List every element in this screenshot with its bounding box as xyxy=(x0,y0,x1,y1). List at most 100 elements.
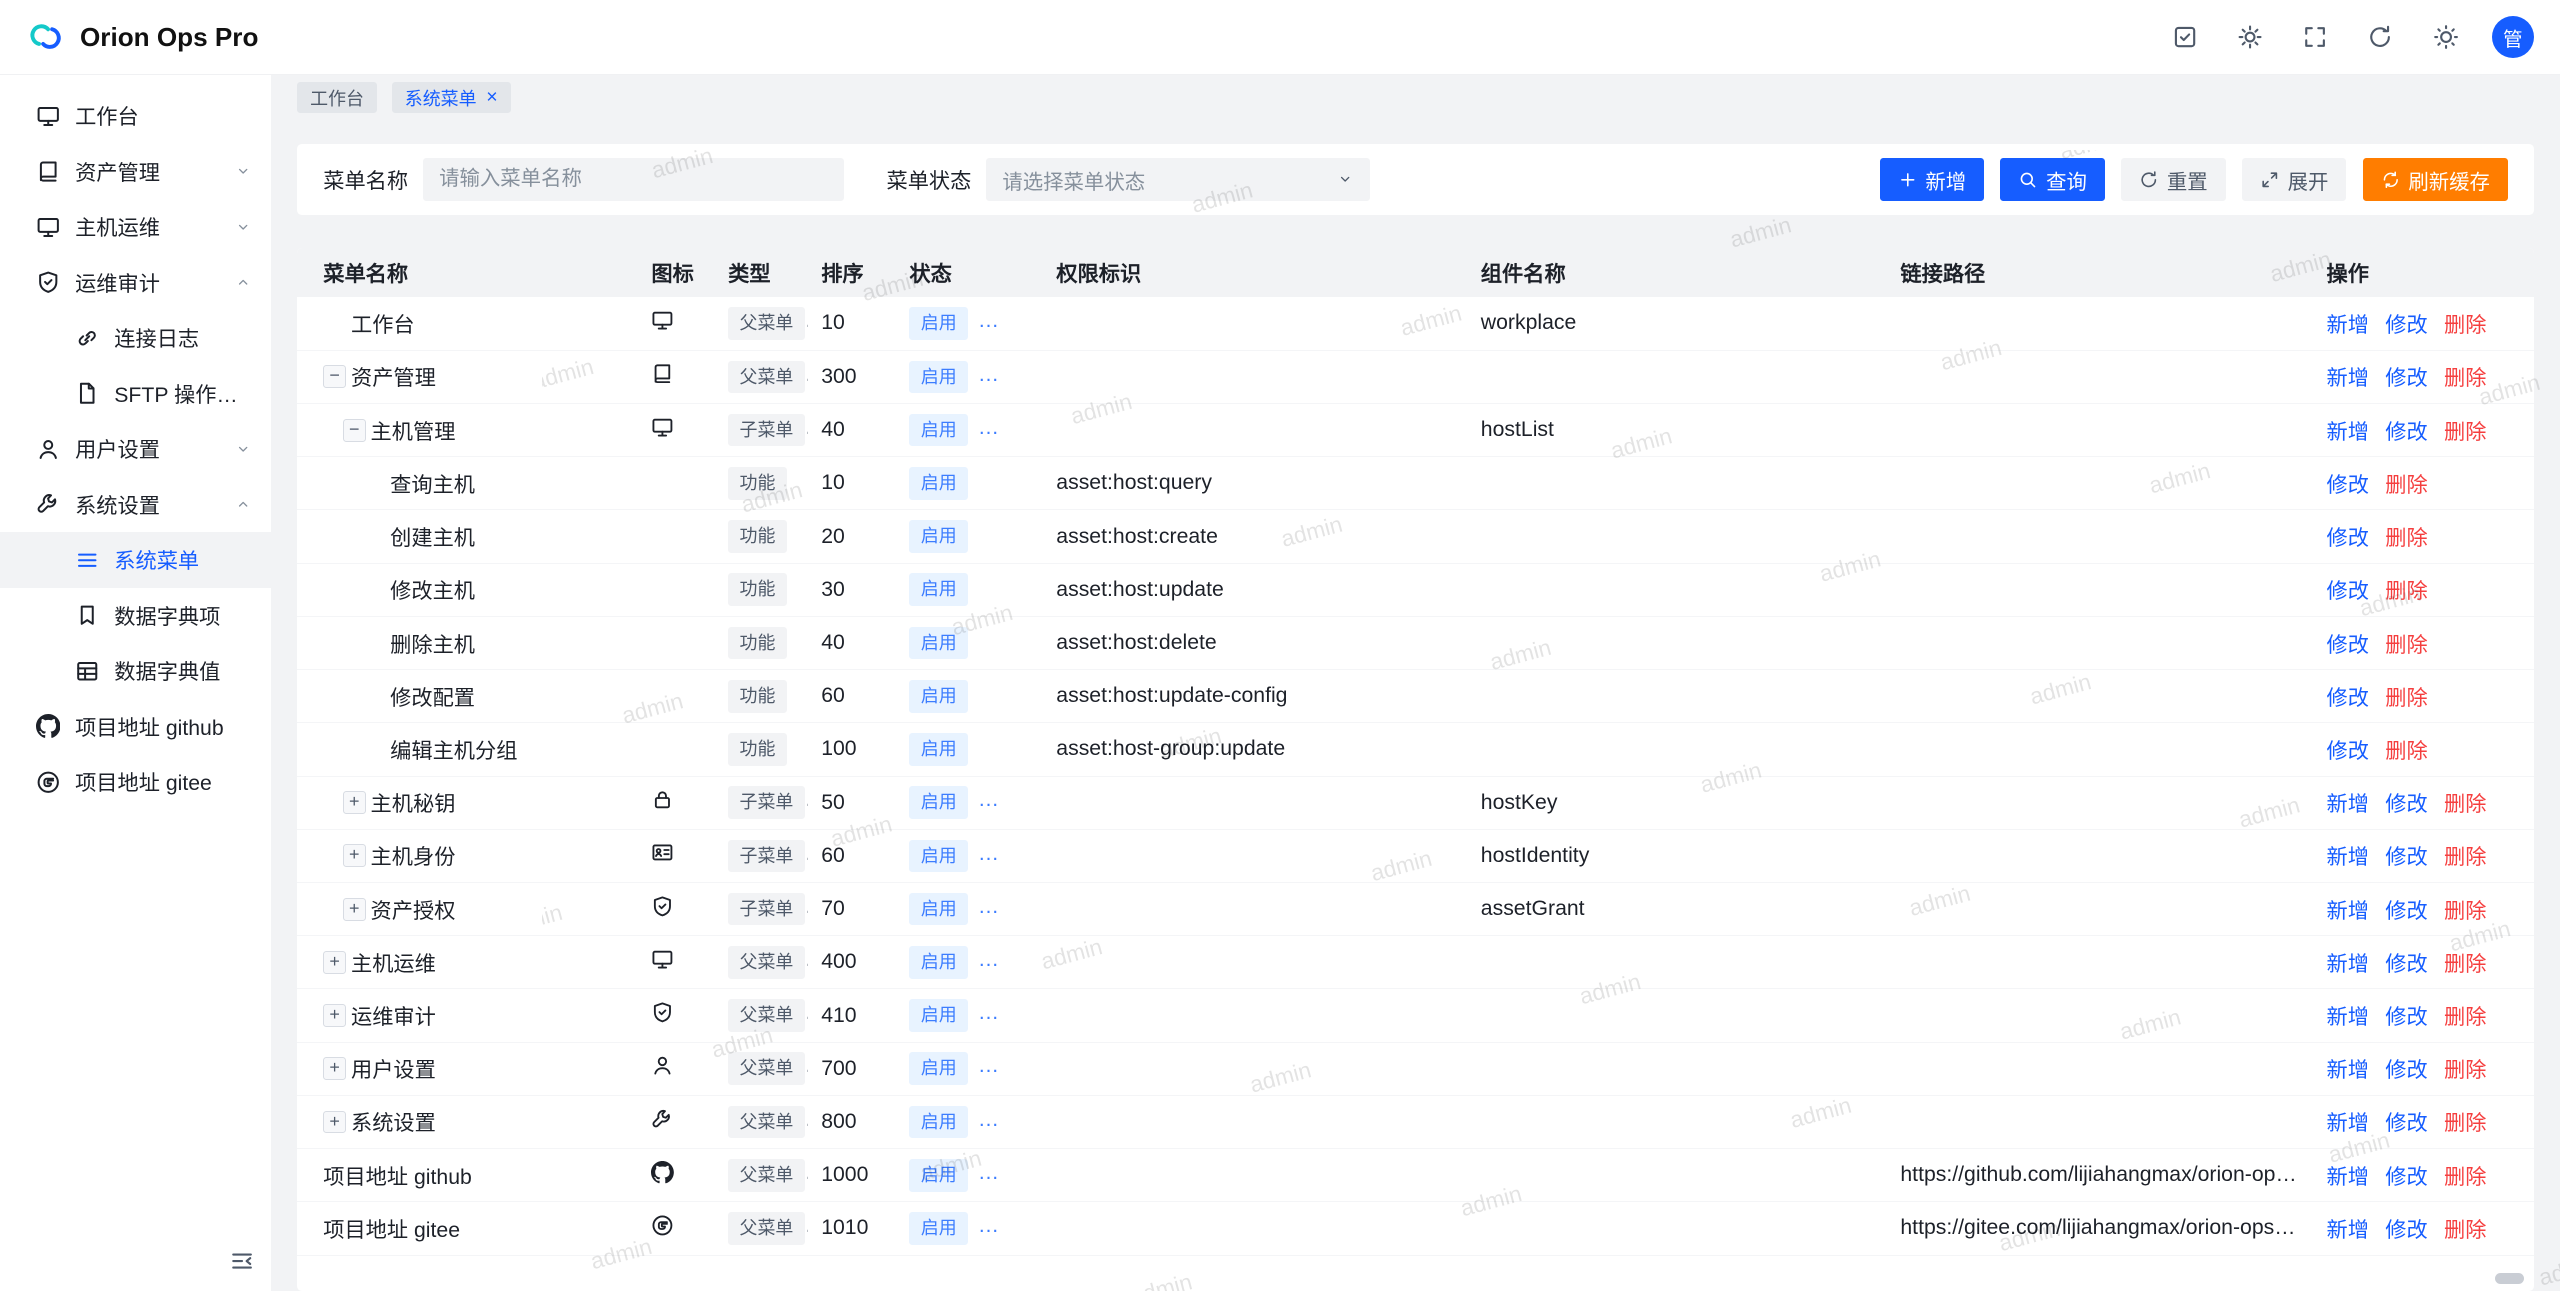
reset-button[interactable]: 重置 xyxy=(2121,158,2225,200)
collapse-row-button[interactable]: − xyxy=(323,365,346,388)
sidebar-item-host-ops[interactable]: 主机运维 xyxy=(0,199,271,255)
expand-row-button[interactable]: + xyxy=(343,898,366,921)
row-add-link[interactable]: 新增 xyxy=(2327,953,2369,976)
tab-system-menu[interactable]: 系统菜单 × xyxy=(392,82,511,113)
header-settings-button[interactable] xyxy=(2433,24,2459,50)
expand-row-button[interactable]: + xyxy=(323,951,346,974)
row-delete-link[interactable]: 删除 xyxy=(2444,1219,2486,1242)
tab-label: 系统菜单 xyxy=(405,85,477,111)
sidebar: 工作台资产管理主机运维运维审计连接日志SFTP 操作日志用户设置系统设置系统菜单… xyxy=(0,75,271,1291)
row-edit-link[interactable]: 修改 xyxy=(2385,900,2427,923)
sort-text: 60 xyxy=(821,844,845,867)
desktop-icon xyxy=(651,416,674,439)
row-add-link[interactable]: 新增 xyxy=(2327,793,2369,816)
header-theme-button[interactable] xyxy=(2237,24,2263,50)
row-edit-link[interactable]: 修改 xyxy=(2385,367,2427,390)
row-add-link[interactable]: 新增 xyxy=(2327,1112,2369,1135)
row-delete-link[interactable]: 删除 xyxy=(2444,1059,2486,1082)
row-delete-link[interactable]: 删除 xyxy=(2444,421,2486,444)
desktop-icon xyxy=(36,104,60,128)
row-add-link[interactable]: 新增 xyxy=(2327,421,2369,444)
collapse-row-button[interactable]: − xyxy=(343,419,366,442)
row-edit-link[interactable]: 修改 xyxy=(2385,1166,2427,1189)
row-edit-link[interactable]: 修改 xyxy=(2385,1006,2427,1029)
row-delete-link[interactable]: 删除 xyxy=(2444,900,2486,923)
row-edit-link[interactable]: 修改 xyxy=(2385,1059,2427,1082)
row-edit-link[interactable]: 修改 xyxy=(2385,1112,2427,1135)
row-delete-link[interactable]: 删除 xyxy=(2385,634,2427,657)
row-delete-link[interactable]: 删除 xyxy=(2385,580,2427,603)
user-avatar[interactable]: 管 xyxy=(2492,16,2534,58)
expand-row-button[interactable]: + xyxy=(343,844,366,867)
row-add-link[interactable]: 新增 xyxy=(2327,1059,2369,1082)
row-delete-link[interactable]: 删除 xyxy=(2444,953,2486,976)
row-add-link[interactable]: 新增 xyxy=(2327,900,2369,923)
menu-status-placeholder: 请选择菜单状态 xyxy=(1002,165,1145,195)
sidebar-item-gitee[interactable]: 项目地址 gitee xyxy=(0,754,271,810)
header-refresh-button[interactable] xyxy=(2367,24,2393,50)
sidebar-item-dict-values[interactable]: 数据字典值 xyxy=(0,643,271,699)
row-delete-link[interactable]: 删除 xyxy=(2385,527,2427,550)
row-delete-link[interactable]: 删除 xyxy=(2444,846,2486,869)
sidebar-item-workbench[interactable]: 工作台 xyxy=(0,88,271,144)
add-button[interactable]: 新增 xyxy=(1880,158,1984,200)
table-scrollbar-thumb[interactable] xyxy=(2495,1273,2524,1284)
sidebar-item-user-settings[interactable]: 用户设置 xyxy=(0,421,271,477)
row-edit-link[interactable]: 修改 xyxy=(2385,1219,2427,1242)
row-edit-link[interactable]: 修改 xyxy=(2327,740,2369,763)
row-edit-link[interactable]: 修改 xyxy=(2327,634,2369,657)
collapse-sidebar-button[interactable] xyxy=(229,1248,255,1274)
row-delete-link[interactable]: 删除 xyxy=(2444,367,2486,390)
row-add-link[interactable]: 新增 xyxy=(2327,314,2369,337)
sidebar-item-asset-management[interactable]: 资产管理 xyxy=(0,144,271,200)
row-edit-link[interactable]: 修改 xyxy=(2327,687,2369,710)
row-delete-link[interactable]: 删除 xyxy=(2385,687,2427,710)
row-edit-link[interactable]: 修改 xyxy=(2385,953,2427,976)
close-tab-icon[interactable]: × xyxy=(486,88,497,108)
row-delete-link[interactable]: 删除 xyxy=(2444,793,2486,816)
expand-button[interactable]: 展开 xyxy=(2242,158,2346,200)
row-edit-link[interactable]: 修改 xyxy=(2327,527,2369,550)
sidebar-item-system-settings[interactable]: 系统设置 xyxy=(0,477,271,533)
row-add-link[interactable]: 新增 xyxy=(2327,1166,2369,1189)
sidebar-item-label: 用户设置 xyxy=(75,433,160,464)
type-tag: 父菜单 xyxy=(728,1052,805,1085)
refresh-cache-button[interactable]: 刷新缓存 xyxy=(2363,158,2508,200)
expand-row-button[interactable]: + xyxy=(343,791,366,814)
row-add-link[interactable]: 新增 xyxy=(2327,1006,2369,1029)
row-add-link[interactable]: 新增 xyxy=(2327,846,2369,869)
row-edit-link[interactable]: 修改 xyxy=(2385,793,2427,816)
sort-text: 1010 xyxy=(821,1216,868,1239)
row-add-link[interactable]: 新增 xyxy=(2327,367,2369,390)
menu-status-select[interactable]: 请选择菜单状态 xyxy=(986,158,1370,200)
sort-text: 40 xyxy=(821,418,845,441)
row-delete-link[interactable]: 删除 xyxy=(2444,314,2486,337)
sidebar-item-ops-audit[interactable]: 运维审计 xyxy=(0,255,271,311)
tab-workbench[interactable]: 工作台 xyxy=(297,82,377,113)
expand-row-button[interactable]: + xyxy=(323,1111,346,1134)
row-edit-link[interactable]: 修改 xyxy=(2385,421,2427,444)
sidebar-item-system-menu[interactable]: 系统菜单 xyxy=(0,532,271,588)
row-edit-link[interactable]: 修改 xyxy=(2327,474,2369,497)
row-edit-link[interactable]: 修改 xyxy=(2385,846,2427,869)
header-screen-check-button[interactable] xyxy=(2172,24,2198,50)
sidebar-item-github[interactable]: 项目地址 github xyxy=(0,699,271,755)
row-edit-link[interactable]: 修改 xyxy=(2385,314,2427,337)
sidebar-item-sftp-log[interactable]: SFTP 操作日志 xyxy=(0,366,271,422)
status-tag: 启用 xyxy=(909,1106,968,1139)
expand-row-button[interactable]: + xyxy=(323,1057,346,1080)
row-delete-link[interactable]: 删除 xyxy=(2444,1166,2486,1189)
row-delete-link[interactable]: 删除 xyxy=(2444,1112,2486,1135)
row-delete-link[interactable]: 删除 xyxy=(2385,740,2427,763)
row-delete-link[interactable]: 删除 xyxy=(2385,474,2427,497)
expand-row-button[interactable]: + xyxy=(323,1004,346,1027)
sidebar-item-dict-keys[interactable]: 数据字典项 xyxy=(0,588,271,644)
query-button[interactable]: 查询 xyxy=(2000,158,2104,200)
row-add-link[interactable]: 新增 xyxy=(2327,1219,2369,1242)
row-delete-link[interactable]: 删除 xyxy=(2444,1006,2486,1029)
sidebar-item-connect-log[interactable]: 连接日志 xyxy=(0,310,271,366)
header-fullscreen-button[interactable] xyxy=(2302,24,2328,50)
menu-name-input[interactable] xyxy=(423,158,844,200)
column-header: 图标 xyxy=(638,248,715,297)
row-edit-link[interactable]: 修改 xyxy=(2327,580,2369,603)
